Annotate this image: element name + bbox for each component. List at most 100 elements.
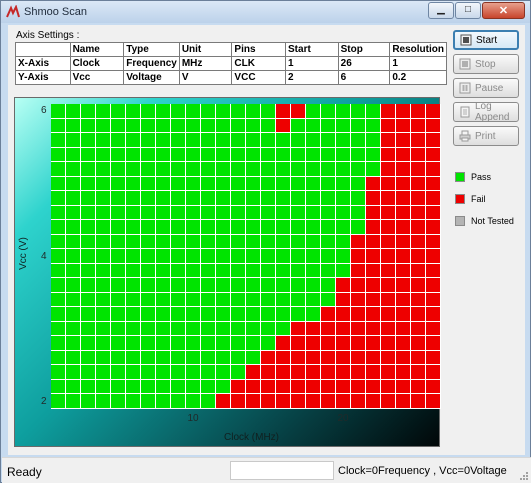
shmoo-cell[interactable] xyxy=(66,104,80,118)
shmoo-cell[interactable] xyxy=(276,249,290,263)
shmoo-cell[interactable] xyxy=(276,147,290,162)
shmoo-cell[interactable] xyxy=(336,220,350,234)
shmoo-cell[interactable] xyxy=(381,350,395,365)
shmoo-cell[interactable] xyxy=(291,278,305,292)
shmoo-cell[interactable] xyxy=(396,220,410,234)
shmoo-cell[interactable] xyxy=(246,205,260,220)
shmoo-cell[interactable] xyxy=(156,162,170,176)
shmoo-cell[interactable] xyxy=(381,191,395,205)
shmoo-cell[interactable] xyxy=(81,321,95,336)
shmoo-cell[interactable] xyxy=(66,162,80,176)
shmoo-cell[interactable] xyxy=(141,292,155,307)
shmoo-cell[interactable] xyxy=(126,249,140,263)
shmoo-cell[interactable] xyxy=(96,350,110,365)
shmoo-cell[interactable] xyxy=(336,379,350,394)
shmoo-cell[interactable] xyxy=(111,249,125,263)
shmoo-cell[interactable] xyxy=(141,249,155,263)
shmoo-cell[interactable] xyxy=(306,147,320,162)
shmoo-cell[interactable] xyxy=(96,133,110,147)
shmoo-cell[interactable] xyxy=(336,263,350,278)
shmoo-cell[interactable] xyxy=(81,104,95,118)
shmoo-cell[interactable] xyxy=(381,104,395,118)
shmoo-cell[interactable] xyxy=(306,162,320,176)
minimize-button[interactable]: ▁ xyxy=(428,2,454,19)
shmoo-cell[interactable] xyxy=(321,249,335,263)
shmoo-cell[interactable] xyxy=(126,365,140,379)
shmoo-cell[interactable] xyxy=(351,292,365,307)
shmoo-cell[interactable] xyxy=(321,176,335,191)
shmoo-cell[interactable] xyxy=(381,321,395,336)
shmoo-cell[interactable] xyxy=(246,147,260,162)
shmoo-cell[interactable] xyxy=(186,307,200,321)
shmoo-cell[interactable] xyxy=(246,234,260,249)
shmoo-cell[interactable] xyxy=(321,365,335,379)
shmoo-cell[interactable] xyxy=(81,220,95,234)
shmoo-cell[interactable] xyxy=(366,321,380,336)
shmoo-cell[interactable] xyxy=(201,234,215,249)
shmoo-cell[interactable] xyxy=(96,118,110,133)
shmoo-cell[interactable] xyxy=(411,379,425,394)
shmoo-cell[interactable] xyxy=(126,234,140,249)
shmoo-cell[interactable] xyxy=(81,162,95,176)
shmoo-cell[interactable] xyxy=(201,365,215,379)
shmoo-cell[interactable] xyxy=(186,220,200,234)
shmoo-cell[interactable] xyxy=(321,147,335,162)
shmoo-cell[interactable] xyxy=(156,104,170,118)
shmoo-cell[interactable] xyxy=(336,162,350,176)
shmoo-cell[interactable] xyxy=(141,234,155,249)
shmoo-cell[interactable] xyxy=(246,365,260,379)
shmoo-cell[interactable] xyxy=(291,350,305,365)
shmoo-cell[interactable] xyxy=(366,147,380,162)
table-cell[interactable]: VCC xyxy=(231,70,287,85)
shmoo-cell[interactable] xyxy=(81,292,95,307)
shmoo-cell[interactable] xyxy=(291,133,305,147)
shmoo-cell[interactable] xyxy=(381,292,395,307)
table-cell[interactable]: CLK xyxy=(231,56,287,71)
shmoo-cell[interactable] xyxy=(321,104,335,118)
start-button[interactable]: Start xyxy=(453,30,519,50)
shmoo-cell[interactable] xyxy=(126,379,140,394)
shmoo-cell[interactable] xyxy=(276,191,290,205)
shmoo-cell[interactable] xyxy=(396,350,410,365)
shmoo-cell[interactable] xyxy=(141,191,155,205)
shmoo-cell[interactable] xyxy=(141,394,155,408)
shmoo-cell[interactable] xyxy=(81,307,95,321)
shmoo-cell[interactable] xyxy=(51,350,65,365)
shmoo-cell[interactable] xyxy=(381,249,395,263)
shmoo-cell[interactable] xyxy=(246,104,260,118)
shmoo-cell[interactable] xyxy=(276,379,290,394)
shmoo-cell[interactable] xyxy=(306,263,320,278)
shmoo-cell[interactable] xyxy=(216,220,230,234)
shmoo-cell[interactable] xyxy=(81,263,95,278)
shmoo-cell[interactable] xyxy=(336,336,350,350)
shmoo-cell[interactable] xyxy=(321,350,335,365)
shmoo-cell[interactable] xyxy=(276,220,290,234)
shmoo-cell[interactable] xyxy=(186,365,200,379)
shmoo-cell[interactable] xyxy=(81,176,95,191)
shmoo-cell[interactable] xyxy=(396,205,410,220)
log-append-button[interactable]: Log Append xyxy=(453,101,519,123)
shmoo-cell[interactable] xyxy=(246,307,260,321)
shmoo-cell[interactable] xyxy=(336,176,350,191)
shmoo-cell[interactable] xyxy=(396,278,410,292)
shmoo-cell[interactable] xyxy=(201,307,215,321)
shmoo-cell[interactable] xyxy=(411,133,425,147)
shmoo-cell[interactable] xyxy=(291,379,305,394)
shmoo-cell[interactable] xyxy=(171,104,185,118)
shmoo-cell[interactable] xyxy=(261,350,275,365)
shmoo-cell[interactable] xyxy=(171,278,185,292)
shmoo-cell[interactable] xyxy=(51,263,65,278)
shmoo-cell[interactable] xyxy=(381,205,395,220)
shmoo-cell[interactable] xyxy=(381,133,395,147)
shmoo-cell[interactable] xyxy=(126,133,140,147)
shmoo-cell[interactable] xyxy=(171,365,185,379)
shmoo-cell[interactable] xyxy=(216,147,230,162)
shmoo-cell[interactable] xyxy=(306,220,320,234)
shmoo-cell[interactable] xyxy=(306,118,320,133)
shmoo-cell[interactable] xyxy=(141,104,155,118)
shmoo-cell[interactable] xyxy=(351,350,365,365)
shmoo-cell[interactable] xyxy=(66,234,80,249)
shmoo-cell[interactable] xyxy=(201,133,215,147)
shmoo-cell[interactable] xyxy=(336,307,350,321)
shmoo-cell[interactable] xyxy=(111,336,125,350)
